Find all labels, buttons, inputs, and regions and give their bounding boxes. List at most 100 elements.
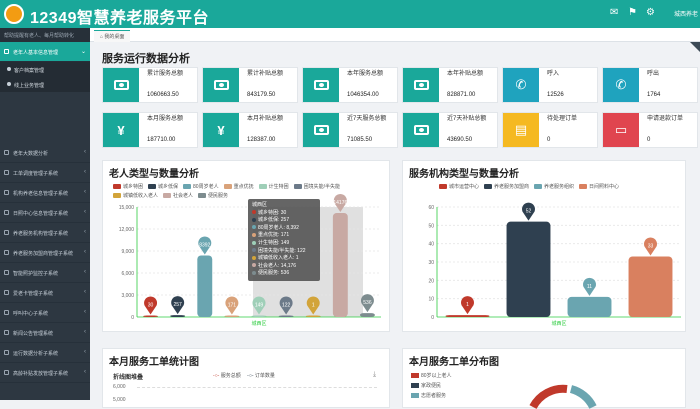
x-tick-label: 城西区 [551,320,566,327]
chevron-down-icon: ⌄ [80,49,86,55]
tooltip-dot [252,225,256,230]
chevron-left-icon: ‹ [84,369,86,375]
top-header: 12349智慧养老服务平台 ✉ ⚑ ⚙ 城西养老 [0,0,700,28]
chevron-left-icon: ‹ [84,249,86,255]
bar [224,315,240,317]
stat-value: 1764 [647,92,661,98]
tab-my-desktop[interactable]: ⌂ 我的桌面 [94,30,131,42]
stat-card[interactable]: ✆ 呼入 12526 [502,67,598,103]
stat-card[interactable]: 本年补贴总额 828871.00 [402,67,498,103]
pie-slice [569,385,597,409]
data-label: 8392 [199,242,210,248]
bar [567,296,612,317]
app-title: 12349智慧养老服务平台 [30,10,209,27]
stat-value: 843179.50 [247,92,276,98]
chevron-left-icon: ‹ [84,309,86,315]
stat-card[interactable]: 累计补贴总额 843179.50 [202,67,298,103]
chevron-left-icon: ‹ [84,349,86,355]
user-name[interactable]: 城西养老 [674,9,698,18]
sidebar-item-elder-card[interactable]: 爱老卡管理子系统 ‹ [0,283,90,303]
y-tick-label: 40 [428,242,434,248]
tooltip-row: 便民服务: 536 [252,270,316,278]
y-tick-label: 60 [428,205,434,211]
sidebar-item-smart-care[interactable]: 智能照护监控子系统 ‹ [0,263,90,283]
sidebar-item-news[interactable]: 新闻公告管理系统 ‹ [0,323,90,343]
stat-value: 12526 [547,92,564,98]
download-icon[interactable]: ⤓ [373,371,376,379]
section-title: 服务运行数据分析 [102,53,190,65]
bell-icon[interactable]: ⚑ [628,7,637,18]
chevron-left-icon: ‹ [84,169,86,175]
stat-label: 累计补贴总额 [247,71,284,77]
sidebar-subitem-customer-files[interactable]: 客户档案管理 [0,62,90,77]
data-label: 536 [363,300,372,306]
chevron-left-icon: ‹ [84,289,86,295]
folder-icon [4,230,9,235]
folder-icon [4,310,9,315]
sidebar-item-service-org[interactable]: 养老服务机构管理子系统 ‹ [0,223,90,243]
sidebar-subitem-online-business[interactable]: 线上业务管理 [0,77,90,92]
folder-icon [4,290,9,295]
settings-icon[interactable]: ⚙ [646,7,655,18]
sidebar-item-daycare[interactable]: 日照中心信息管理子系统 ‹ [0,203,90,223]
y-tick-label: 0 [131,315,134,321]
monthly-panel-title: 本月服务工单统计图 [109,357,199,368]
stat-card[interactable]: 累计服务总额 1060663.50 [102,67,198,103]
data-label: 30 [148,303,154,309]
sidebar-item-institution[interactable]: 机构养老信息管理子系统 ‹ [0,183,90,203]
y-tick-label: 20 [428,278,434,284]
data-label: 52 [526,209,532,215]
bar [628,256,673,317]
elder-type-panel: 老人类型与数量分析 城乡特困 城乡低保 80周岁老人 重点优抚 计生特困 困境失能/半失能… [102,160,390,332]
stat-card[interactable]: 近7天服务总额 71085.50 [302,112,398,148]
stat-label: 呼出 [647,71,660,77]
stat-value: 1060663.50 [147,92,179,98]
stat-card[interactable]: ▤ 待处理订单 0 [502,112,598,148]
folder-icon [4,370,9,375]
stat-card[interactable]: ¥ 本月补贴总额 128387.00 [202,112,298,148]
bill-icon [303,113,339,147]
sidebar-item-big-data[interactable]: 老年大数据分析 ‹ [0,143,90,163]
monthly-orders-panel: 本月服务工单统计图 折线图堆叠 -○- 服务总额 -○- 订单数量 ⤓ 6,00… [102,348,390,408]
bar [251,315,267,317]
stat-card[interactable]: 近7天补贴总额 43690.50 [402,112,498,148]
tooltip-dot [252,255,256,260]
data-label: 257 [173,302,182,308]
y-tick-label: 50 [428,223,434,229]
stat-card[interactable]: ¥ 本月服务总额 187710.00 [102,112,198,148]
line-ytick-0: 6,000 [113,384,126,390]
sidebar: 帮助提醒有老人、每月帮助转化 老年人基本信息管理 ⌄ 客户档案管理 线上业务管理 … [0,28,90,400]
sidebar-item-franchise[interactable]: 养老服务加盟商管理子系统 ‹ [0,243,90,263]
y-tick-label: 0 [431,315,434,321]
bill-icon [303,68,339,102]
sidebar-item-subsidy[interactable]: 高龄补贴发放管理子系统 ‹ [0,363,90,383]
folder-icon [4,190,9,195]
tooltip-title: 城西区 [252,202,268,208]
tooltip-row: 城乡低保: 257 [252,217,316,225]
x-tick-label: 城西区 [251,320,266,327]
folder-icon [4,270,9,275]
stat-label: 累计服务总额 [147,71,184,77]
line-ytick-1: 5,000 [113,397,126,403]
sidebar-item-dispatch[interactable]: 工单调度管理子系统 ‹ [0,163,90,183]
data-label: 122 [282,303,291,309]
mail-icon[interactable]: ✉ [610,7,618,18]
stat-value: 43690.50 [447,137,473,143]
sidebar-item-elder-info[interactable]: 老年人基本信息管理 ⌄ [0,42,90,62]
sidebar-item-ops-data[interactable]: 运行数据分析子系统 ‹ [0,343,90,363]
line-legend: -○- 服务总额 -○- 订单数量 [213,372,280,381]
stat-card[interactable]: ✆ 呼出 1764 [602,67,698,103]
stat-label: 本月补贴总额 [247,116,284,122]
data-label: 14176 [333,200,347,206]
bar [445,315,490,317]
stat-card[interactable]: 本年服务总额 1046354.00 [302,67,398,103]
stat-label: 申请退款订单 [647,116,684,122]
org-type-panel: 服务机构类型与数量分析 城市运营中心 养老服务加盟商 养老服务组织 日间照料中心 01… [402,160,686,332]
phone-icon: ✆ [603,68,639,102]
elder-bar-chart: 0 3,000 6,000 9,000 12,000 15,000 30 257 8392 171… [119,194,381,327]
sidebar-item-call-center[interactable]: 呼叫中心子系统 ‹ [0,303,90,323]
stat-label: 呼入 [547,71,560,77]
stat-label: 近7天补贴总额 [447,116,487,122]
stat-card[interactable]: ▭ 申请退款订单 0 [602,112,698,148]
tooltip-dot [252,271,256,276]
